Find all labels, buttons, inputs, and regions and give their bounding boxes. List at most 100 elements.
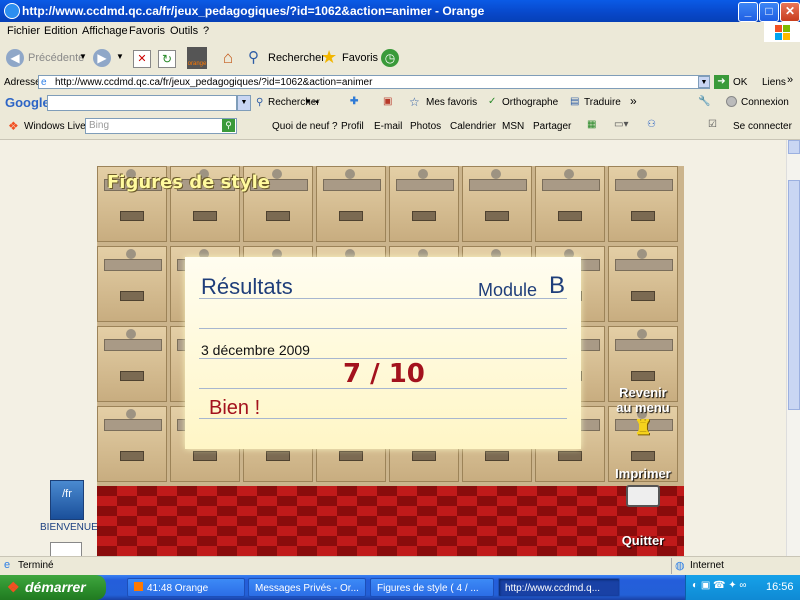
mes-favoris-button[interactable]: Mes favoris xyxy=(426,97,477,108)
taskbar: ❖ démarrer 41:48 Orange Messages Privés … xyxy=(0,575,800,600)
go-button-label[interactable]: OK xyxy=(733,77,747,88)
wrench-icon[interactable]: 🔧 xyxy=(698,96,710,107)
google-search-input[interactable] xyxy=(47,95,237,111)
history-icon[interactable]: ◷ xyxy=(381,49,399,67)
contacts-icon[interactable]: ⚇ xyxy=(647,119,656,130)
address-label: Adresse xyxy=(4,77,41,88)
back-arrow-icon[interactable]: ◀ xyxy=(6,49,24,67)
task-orange[interactable]: 41:48 Orange xyxy=(127,578,245,597)
back-button-label[interactable]: Précédente xyxy=(28,52,84,64)
google-logo: Google xyxy=(5,95,50,110)
favorites-button-label[interactable]: Favoris xyxy=(342,52,378,64)
live-item-calendrier[interactable]: Calendrier xyxy=(450,121,496,132)
traduire-button[interactable]: Traduire xyxy=(584,97,621,108)
connexion-button[interactable]: Connexion xyxy=(741,97,789,108)
welcome-icon[interactable]: /fr xyxy=(50,480,84,520)
bing-search-icon[interactable]: ⚲ xyxy=(222,119,235,132)
stop-icon[interactable]: ✕ xyxy=(133,50,151,68)
cabinet-drawer xyxy=(97,406,167,482)
vertical-scrollbar[interactable] xyxy=(786,140,800,556)
scroll-thumb[interactable] xyxy=(788,180,800,410)
live-item-profil[interactable]: Profil xyxy=(341,121,364,132)
menu-affichage[interactable]: Affichage xyxy=(82,25,128,37)
menu-favoris[interactable]: Favoris xyxy=(129,25,165,37)
orthographe-button[interactable]: Orthographe xyxy=(502,97,558,108)
bing-search-input[interactable]: Bing xyxy=(85,118,237,134)
address-input[interactable]: e http://www.ccdmd.qc.ca/fr/jeux_pedagog… xyxy=(38,75,710,89)
star-outline-icon[interactable]: ☆ xyxy=(409,95,420,109)
live-item-photos[interactable]: Photos xyxy=(410,121,441,132)
windows-logo-icon xyxy=(764,22,800,42)
orange-brand-icon[interactable]: orange xyxy=(187,47,207,69)
google-news-icon[interactable]: ◦▪ xyxy=(312,97,319,108)
bookmark-icon[interactable]: ▣ xyxy=(383,96,392,107)
task-browser[interactable]: http://www.ccdmd.q... xyxy=(498,578,620,597)
internet-zone-icon: ◍ xyxy=(675,560,685,572)
maximize-button[interactable]: □ xyxy=(759,2,779,22)
back-to-menu-line2: au menu xyxy=(616,400,670,415)
menu-outils[interactable]: Outils xyxy=(170,25,198,37)
welcome-label[interactable]: BIENVENUE xyxy=(40,522,98,533)
forward-dropdown-icon[interactable]: ▼ xyxy=(116,52,124,61)
live-item-msn[interactable]: MSN xyxy=(502,121,524,132)
address-bar: Adresse e http://www.ccdmd.qc.ca/fr/jeux… xyxy=(0,74,800,93)
windows-live-logo-icon: ❖ xyxy=(8,119,19,133)
translate-icon[interactable]: ▤ xyxy=(570,96,579,107)
share-icon[interactable]: ▦ xyxy=(587,119,596,130)
document-icon[interactable] xyxy=(50,542,82,556)
back-dropdown-icon[interactable]: ▼ xyxy=(79,52,87,61)
task-figures[interactable]: Figures de style ( 4 / ... xyxy=(370,578,494,597)
module-value: B xyxy=(549,272,566,299)
forward-arrow-icon[interactable]: ▶ xyxy=(93,49,111,67)
links-more-icon[interactable]: » xyxy=(787,74,793,86)
print-label: Imprimer xyxy=(615,466,671,481)
checkered-floor xyxy=(97,486,684,556)
cabinet-drawer xyxy=(97,326,167,402)
status-bar: e Terminé ◍ Internet xyxy=(0,556,800,576)
links-label[interactable]: Liens xyxy=(762,77,786,88)
menu-fichier[interactable]: Fichier xyxy=(7,25,40,37)
results-comment: Bien ! xyxy=(209,397,261,419)
go-arrow-icon[interactable]: ➜ xyxy=(714,75,729,89)
messenger-icon[interactable]: ▭▾ xyxy=(614,119,628,130)
ie-icon xyxy=(4,3,20,19)
page-icon: e xyxy=(41,77,47,88)
search-button-label[interactable]: Rechercher xyxy=(268,52,325,64)
live-item-partager[interactable]: Partager xyxy=(533,121,571,132)
live-item-email[interactable]: E-mail xyxy=(374,121,402,132)
google-search-icon[interactable]: ⚲ xyxy=(256,97,263,108)
quit-label: Quitter xyxy=(621,533,665,548)
print-button[interactable]: Imprimer xyxy=(608,466,678,507)
signin-icon[interactable]: ☑ xyxy=(708,119,717,130)
status-text: Terminé xyxy=(18,560,54,571)
more-icon[interactable]: » xyxy=(630,94,637,108)
task-figures-label: Figures de style ( 4 / ... xyxy=(377,583,479,594)
google-search-dropdown-icon[interactable]: ▼ xyxy=(237,95,251,111)
address-dropdown-icon[interactable]: ▼ xyxy=(698,76,710,88)
signin-button[interactable]: Se connecter xyxy=(733,121,792,132)
cabinet-drawer xyxy=(97,246,167,322)
task-messages[interactable]: Messages Privés - Or... xyxy=(248,578,366,597)
refresh-icon[interactable]: ↻ xyxy=(158,50,176,68)
trophy-icon: ♜ xyxy=(634,417,652,439)
google-search-menu-icon[interactable]: ▼ xyxy=(304,97,312,106)
start-button[interactable]: ❖ démarrer xyxy=(0,575,106,600)
back-to-menu-button[interactable]: Revenir au menu ♜ xyxy=(608,385,678,440)
close-button[interactable]: ✕ xyxy=(780,2,800,22)
menu-edition[interactable]: Edition xyxy=(44,25,78,37)
menu-help[interactable]: ? xyxy=(203,25,209,37)
spellcheck-icon[interactable]: ✓ xyxy=(488,96,496,107)
minimize-button[interactable]: _ xyxy=(738,2,758,22)
plus-icon[interactable]: ✚ xyxy=(350,96,358,107)
quit-button[interactable]: Quitter xyxy=(608,533,678,548)
toolbar: ◀ Précédente ▼ ▶ ▼ ✕ ↻ orange ⌂ ⚲ Recher… xyxy=(0,42,800,75)
tray-icons[interactable]: ◐ ▣ ☎ ✦ ∞ xyxy=(692,580,747,591)
home-icon[interactable]: ⌂ xyxy=(218,48,238,68)
windows-live-label: Windows Live xyxy=(24,121,86,132)
system-tray: ◐ ▣ ☎ ✦ ∞ 16:56 xyxy=(685,575,800,600)
favorites-star-icon[interactable]: ★ xyxy=(321,47,337,68)
search-icon[interactable]: ⚲ xyxy=(248,48,259,66)
live-item-quoi-de-neuf[interactable]: Quoi de neuf ? xyxy=(272,121,338,132)
scroll-up-button[interactable] xyxy=(788,140,800,154)
windows-live-toolbar: ❖ Windows Live Bing ⚲ Quoi de neuf ? Pro… xyxy=(0,114,800,140)
